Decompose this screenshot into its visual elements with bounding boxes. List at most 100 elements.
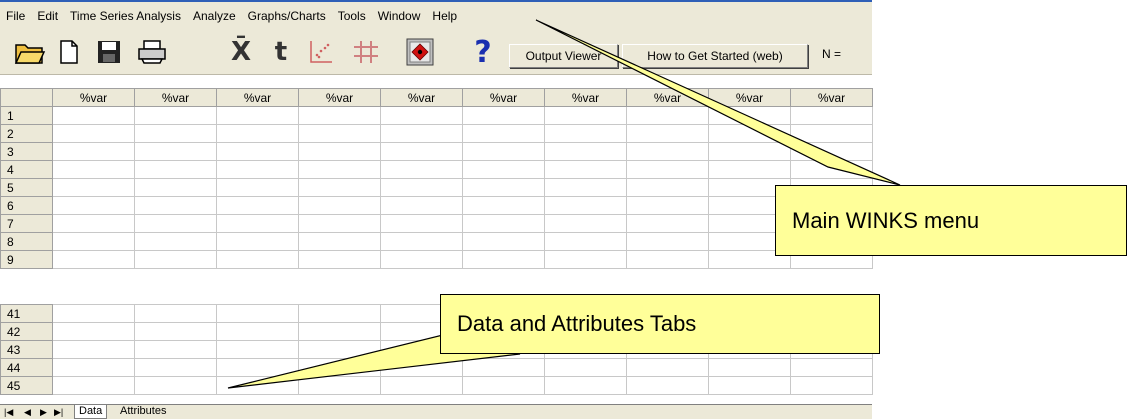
menu-window[interactable]: Window xyxy=(372,9,427,23)
t-test-icon[interactable]: t xyxy=(270,37,292,67)
tab-attributes[interactable]: Attributes xyxy=(116,405,170,418)
grid-cell[interactable] xyxy=(626,376,709,395)
grid-cell[interactable] xyxy=(134,160,217,179)
row-number[interactable]: 9 xyxy=(0,250,53,269)
grid-cell[interactable] xyxy=(790,142,873,161)
grid-cell[interactable] xyxy=(708,124,791,143)
grid-cell[interactable] xyxy=(298,376,381,395)
grid-cell[interactable] xyxy=(380,124,463,143)
grid-cell[interactable] xyxy=(626,178,709,197)
grid-cell[interactable] xyxy=(790,106,873,125)
column-header[interactable]: %var xyxy=(216,88,299,107)
grid-cell[interactable] xyxy=(626,250,709,269)
grid-cell[interactable] xyxy=(52,142,135,161)
grid-cell[interactable] xyxy=(626,124,709,143)
grid-cell[interactable] xyxy=(52,232,135,251)
grid-cell[interactable] xyxy=(298,232,381,251)
row-number[interactable]: 41 xyxy=(0,304,53,323)
grid-cell[interactable] xyxy=(790,160,873,179)
grid-cell[interactable] xyxy=(462,124,545,143)
column-header[interactable]: %var xyxy=(134,88,217,107)
grid-cell[interactable] xyxy=(134,106,217,125)
grid-cell[interactable] xyxy=(462,142,545,161)
output-viewer-button[interactable]: Output Viewer xyxy=(509,44,618,68)
row-number[interactable]: 42 xyxy=(0,322,53,341)
grid-cell[interactable] xyxy=(462,376,545,395)
menu-tools[interactable]: Tools xyxy=(332,9,372,23)
grid-cell[interactable] xyxy=(52,376,135,395)
grid-cell[interactable] xyxy=(134,340,217,359)
grid-cell[interactable] xyxy=(380,142,463,161)
grid-cell[interactable] xyxy=(298,178,381,197)
row-number[interactable]: 3 xyxy=(0,142,53,161)
grid-cell[interactable] xyxy=(298,124,381,143)
column-header[interactable]: %var xyxy=(708,88,791,107)
grid-cell[interactable] xyxy=(626,214,709,233)
grid-cell[interactable] xyxy=(544,160,627,179)
row-number[interactable]: 4 xyxy=(0,160,53,179)
row-number[interactable]: 2 xyxy=(0,124,53,143)
grid-cell[interactable] xyxy=(380,376,463,395)
row-number[interactable]: 8 xyxy=(0,232,53,251)
grid-cell[interactable] xyxy=(462,232,545,251)
grid-cell[interactable] xyxy=(52,340,135,359)
tab-data[interactable]: Data xyxy=(74,405,108,419)
grid-cell[interactable] xyxy=(216,376,299,395)
row-number[interactable]: 44 xyxy=(0,358,53,377)
grid-cell[interactable] xyxy=(462,358,545,377)
column-header[interactable]: %var xyxy=(462,88,545,107)
grid-cell[interactable] xyxy=(462,214,545,233)
grid-cell[interactable] xyxy=(626,196,709,215)
get-started-button[interactable]: How to Get Started (web) xyxy=(622,44,808,68)
scatter-chart-icon[interactable] xyxy=(306,37,336,67)
grid-cell[interactable] xyxy=(298,106,381,125)
grid-cell[interactable] xyxy=(708,142,791,161)
grid-cell[interactable] xyxy=(52,160,135,179)
grid-cell[interactable] xyxy=(380,214,463,233)
grid-cell[interactable] xyxy=(52,178,135,197)
row-number[interactable]: 1 xyxy=(0,106,53,125)
grid-cell[interactable] xyxy=(216,124,299,143)
grid-cell[interactable] xyxy=(790,358,873,377)
grid-cell[interactable] xyxy=(52,322,135,341)
grid-cell[interactable] xyxy=(462,196,545,215)
grid-cell[interactable] xyxy=(544,214,627,233)
print-icon[interactable] xyxy=(134,37,170,67)
column-header[interactable]: %var xyxy=(626,88,709,107)
grid-cell[interactable] xyxy=(626,358,709,377)
grid-cell[interactable] xyxy=(298,214,381,233)
grid-cell[interactable] xyxy=(216,340,299,359)
grid-cell[interactable] xyxy=(52,106,135,125)
grid-cell[interactable] xyxy=(134,142,217,161)
prev-tab-icon[interactable]: ◀ xyxy=(24,405,31,419)
grid-cell[interactable] xyxy=(462,160,545,179)
grid-cell[interactable] xyxy=(380,358,463,377)
grid-cell[interactable] xyxy=(462,250,545,269)
menu-help[interactable]: Help xyxy=(426,9,463,23)
grid-cell[interactable] xyxy=(298,196,381,215)
grid-cell[interactable] xyxy=(134,304,217,323)
grid-cell[interactable] xyxy=(216,322,299,341)
row-number[interactable]: 7 xyxy=(0,214,53,233)
grid-cell[interactable] xyxy=(462,178,545,197)
grid-cell[interactable] xyxy=(462,106,545,125)
column-header[interactable]: %var xyxy=(52,88,135,107)
grid-cell[interactable] xyxy=(790,376,873,395)
grid-cell[interactable] xyxy=(708,106,791,125)
grid-cell[interactable] xyxy=(52,124,135,143)
grid-cell[interactable] xyxy=(380,196,463,215)
grid-cell[interactable] xyxy=(298,250,381,269)
grid-cell[interactable] xyxy=(216,214,299,233)
r-program-icon[interactable] xyxy=(404,37,436,67)
grid-cell[interactable] xyxy=(216,250,299,269)
grid-cell[interactable] xyxy=(380,232,463,251)
grid-cell[interactable] xyxy=(626,106,709,125)
menu-time-series-analysis[interactable]: Time Series Analysis xyxy=(64,9,187,23)
grid-cell[interactable] xyxy=(298,160,381,179)
grid-cell[interactable] xyxy=(134,376,217,395)
descriptive-stats-icon[interactable]: X̄ xyxy=(226,37,256,67)
grid-cell[interactable] xyxy=(134,358,217,377)
row-number[interactable]: 6 xyxy=(0,196,53,215)
column-header[interactable]: %var xyxy=(790,88,873,107)
grid-cell[interactable] xyxy=(134,250,217,269)
